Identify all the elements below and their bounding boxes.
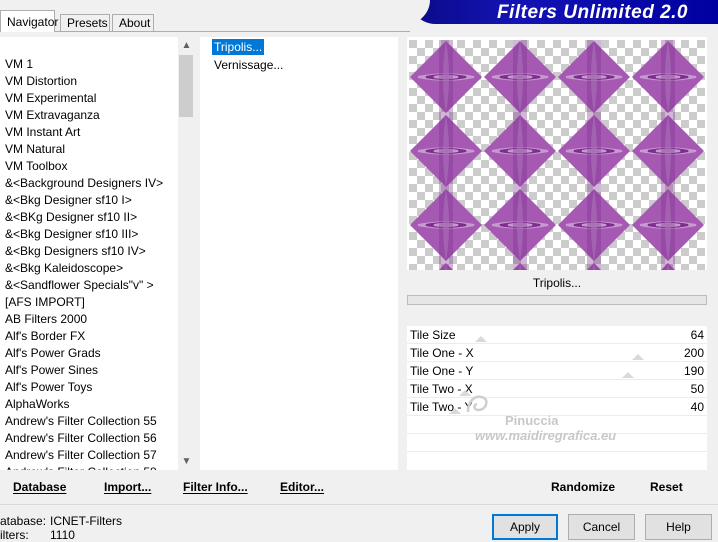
filters-count-label: ilters:	[0, 528, 29, 542]
category-item[interactable]: VM 1	[5, 56, 33, 73]
preview-band	[513, 40, 527, 270]
filter-info-button[interactable]: Filter Info...	[183, 478, 248, 496]
tab-presets[interactable]: Presets	[60, 14, 110, 31]
param-tile-two-x[interactable]: Tile Two - X 50	[407, 380, 707, 398]
category-item[interactable]: VM Natural	[5, 141, 65, 158]
tab-navigator[interactable]: Navigator	[0, 10, 58, 32]
filters-count-value: 1110	[50, 528, 75, 542]
slider-marker-icon	[632, 354, 644, 360]
preview-band	[587, 40, 601, 270]
cancel-button[interactable]: Cancel	[568, 514, 635, 540]
footer-divider	[0, 504, 718, 505]
category-item[interactable]: [AFS IMPORT]	[5, 294, 85, 311]
param-label: Tile One - Y	[410, 364, 474, 378]
randomize-button[interactable]: Randomize	[551, 478, 615, 496]
category-item[interactable]: Andrew's Filter Collection 55	[5, 413, 157, 430]
param-label: Tile Size	[410, 328, 456, 342]
database-label: atabase:	[0, 514, 47, 528]
filter-item-vernissage[interactable]: Vernissage...	[212, 57, 285, 73]
preview-panel	[407, 37, 707, 270]
param-value: 200	[683, 346, 704, 360]
category-item[interactable]: Alf's Power Toys	[5, 379, 92, 396]
preview-band	[439, 40, 453, 270]
tab-divider	[0, 31, 410, 32]
category-item[interactable]: VM Instant Art	[5, 124, 80, 141]
scroll-down-icon[interactable]: ▼	[178, 453, 195, 470]
scroll-thumb[interactable]	[179, 55, 193, 117]
import-button[interactable]: Import...	[104, 478, 151, 496]
apply-button[interactable]: Apply	[492, 514, 558, 540]
category-item[interactable]: &<Bkg Designer sf10 III>	[5, 226, 138, 243]
filter-list[interactable]: Tripolis... Vernissage...	[200, 37, 398, 470]
category-item[interactable]: &<Bkg Designers sf10 IV>	[5, 243, 146, 260]
param-label: Tile One - X	[410, 346, 474, 360]
category-item[interactable]: AlphaWorks	[5, 396, 69, 413]
window-title-banner: Filters Unlimited 2.0	[411, 0, 718, 24]
watermark-name: Pinuccia	[505, 413, 559, 428]
tab-about[interactable]: About	[112, 14, 154, 31]
param-value: 50	[690, 382, 704, 396]
category-item[interactable]: VM Distortion	[5, 73, 77, 90]
preview-band	[661, 40, 675, 270]
database-button[interactable]: Database	[13, 478, 66, 496]
param-tile-one-x[interactable]: Tile One - X 200	[407, 344, 707, 362]
category-item[interactable]: VM Toolbox	[5, 158, 67, 175]
category-item[interactable]: Andrew's Filter Collection 58	[5, 464, 157, 470]
category-item[interactable]: Andrew's Filter Collection 56	[5, 430, 157, 447]
slider-marker-icon	[475, 336, 487, 342]
category-item[interactable]: &<Bkg Designer sf10 I>	[5, 192, 132, 209]
progress-bar	[407, 295, 707, 305]
scroll-up-icon[interactable]: ▲	[178, 37, 195, 54]
editor-button[interactable]: Editor...	[280, 478, 324, 496]
param-tile-size[interactable]: Tile Size 64	[407, 326, 707, 344]
param-value: 40	[690, 400, 704, 414]
param-value: 64	[690, 328, 704, 342]
category-item[interactable]: &<Background Designers IV>	[5, 175, 163, 192]
tab-bar: Navigator Presets About	[0, 10, 410, 32]
category-item[interactable]: Alf's Power Sines	[5, 362, 98, 379]
category-item[interactable]: AB Filters 2000	[5, 311, 87, 328]
category-scrollbar[interactable]: ▲ ▼	[178, 37, 195, 470]
category-item[interactable]: &<Bkg Kaleidoscope>	[5, 260, 123, 277]
category-item[interactable]: VM Experimental	[5, 90, 96, 107]
parameter-panel: Tile Size 64 Tile One - X 200 Tile One -…	[407, 326, 707, 470]
slider-marker-icon	[622, 372, 634, 378]
category-item[interactable]: &<BKg Designer sf10 II>	[5, 209, 137, 226]
category-item[interactable]: VM Extravaganza	[5, 107, 100, 124]
database-value: ICNET-Filters	[50, 514, 122, 528]
help-button[interactable]: Help	[645, 514, 712, 540]
filter-item-tripolis[interactable]: Tripolis...	[212, 39, 265, 55]
reset-button[interactable]: Reset	[650, 478, 683, 496]
category-item[interactable]: Andrew's Filter Collection 57	[5, 447, 157, 464]
watermark-url: www.maidiregrafica.eu	[475, 428, 617, 443]
category-list[interactable]: VM 1 VM Distortion VM Experimental VM Extra…	[0, 37, 178, 470]
category-item[interactable]: &<Sandflower Specials"v" >	[5, 277, 154, 294]
watermark-logo-icon	[466, 395, 488, 413]
param-tile-one-y[interactable]: Tile One - Y 190	[407, 362, 707, 380]
slider-marker-icon	[449, 408, 461, 414]
category-item[interactable]: Alf's Border FX	[5, 328, 85, 345]
category-item[interactable]: Alf's Power Grads	[5, 345, 101, 362]
preview-image	[409, 40, 705, 270]
param-value: 190	[683, 364, 704, 378]
preview-filter-name: Tripolis...	[532, 276, 582, 290]
